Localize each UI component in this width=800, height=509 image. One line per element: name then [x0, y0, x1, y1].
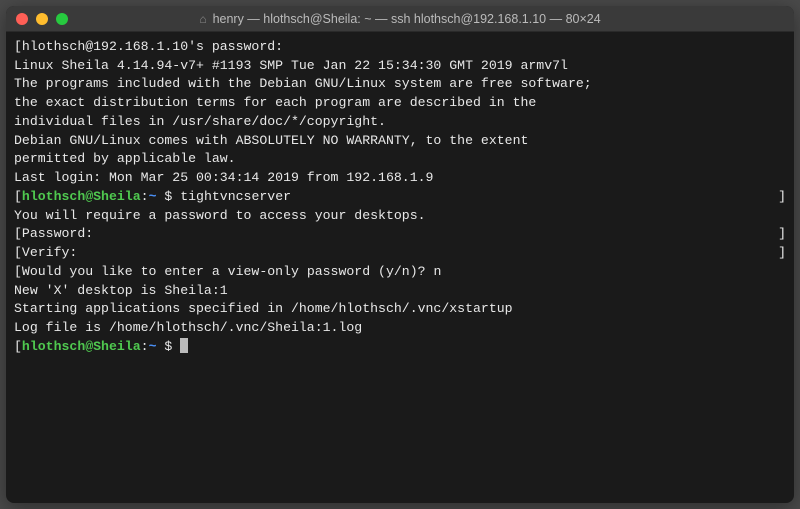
output-line: hlothsch@192.168.1.10's password:: [22, 39, 283, 54]
output-line: permitted by applicable law.: [14, 150, 786, 169]
output-line: Password:: [22, 226, 93, 241]
prompt-line[interactable]: [hlothsch@Sheila:~ $: [14, 338, 786, 357]
bracket-close: ]: [778, 225, 786, 244]
output-line: Log file is /home/hlothsch/.vnc/Sheila:1…: [14, 319, 786, 338]
window-controls: [16, 13, 68, 25]
output-line: Starting applications specified in /home…: [14, 300, 786, 319]
output-line: Last login: Mon Mar 25 00:34:14 2019 fro…: [14, 169, 786, 188]
terminal-window: ⌂ henry — hlothsch@Sheila: ~ — ssh hloth…: [6, 6, 794, 503]
output-line: Linux Sheila 4.14.94-v7+ #1193 SMP Tue J…: [14, 57, 786, 76]
terminal-output[interactable]: [hlothsch@192.168.1.10's password:Linux …: [6, 32, 794, 503]
cursor: [180, 338, 188, 353]
title-text: henry — hlothsch@Sheila: ~ — ssh hlothsc…: [213, 12, 601, 26]
bracket-open: [: [14, 39, 22, 54]
bracket-open: [: [14, 264, 22, 279]
output-line: Verify:: [22, 245, 77, 260]
titlebar[interactable]: ⌂ henry — hlothsch@Sheila: ~ — ssh hloth…: [6, 6, 794, 32]
prompt-colon: :: [141, 189, 149, 204]
prompt-userhost: hlothsch@Sheila: [22, 339, 141, 354]
prompt-dollar: $: [156, 189, 180, 204]
output-line: New 'X' desktop is Sheila:1: [14, 282, 786, 301]
close-button[interactable]: [16, 13, 28, 25]
command-input: tightvncserver: [180, 189, 291, 204]
window-title: ⌂ henry — hlothsch@Sheila: ~ — ssh hloth…: [16, 12, 784, 26]
minimize-button[interactable]: [36, 13, 48, 25]
output-line: The programs included with the Debian GN…: [14, 75, 786, 94]
prompt-colon: :: [141, 339, 149, 354]
prompt-dollar: $: [156, 339, 180, 354]
output-line: Debian GNU/Linux comes with ABSOLUTELY N…: [14, 132, 786, 151]
output-line: Would you like to enter a view-only pass…: [22, 264, 441, 279]
bracket-close: ]: [778, 188, 786, 207]
maximize-button[interactable]: [56, 13, 68, 25]
bracket-open: [: [14, 226, 22, 241]
output-line: the exact distribution terms for each pr…: [14, 94, 786, 113]
bracket-close: ]: [778, 244, 786, 263]
bracket-open: [: [14, 245, 22, 260]
prompt-userhost: hlothsch@Sheila: [22, 189, 141, 204]
prompt-line: ][hlothsch@Sheila:~ $ tightvncserver: [14, 188, 786, 207]
bracket-open: [: [14, 189, 22, 204]
home-icon: ⌂: [199, 12, 206, 26]
output-line: You will require a password to access yo…: [14, 207, 786, 226]
output-line: individual files in /usr/share/doc/*/cop…: [14, 113, 786, 132]
bracket-open: [: [14, 339, 22, 354]
